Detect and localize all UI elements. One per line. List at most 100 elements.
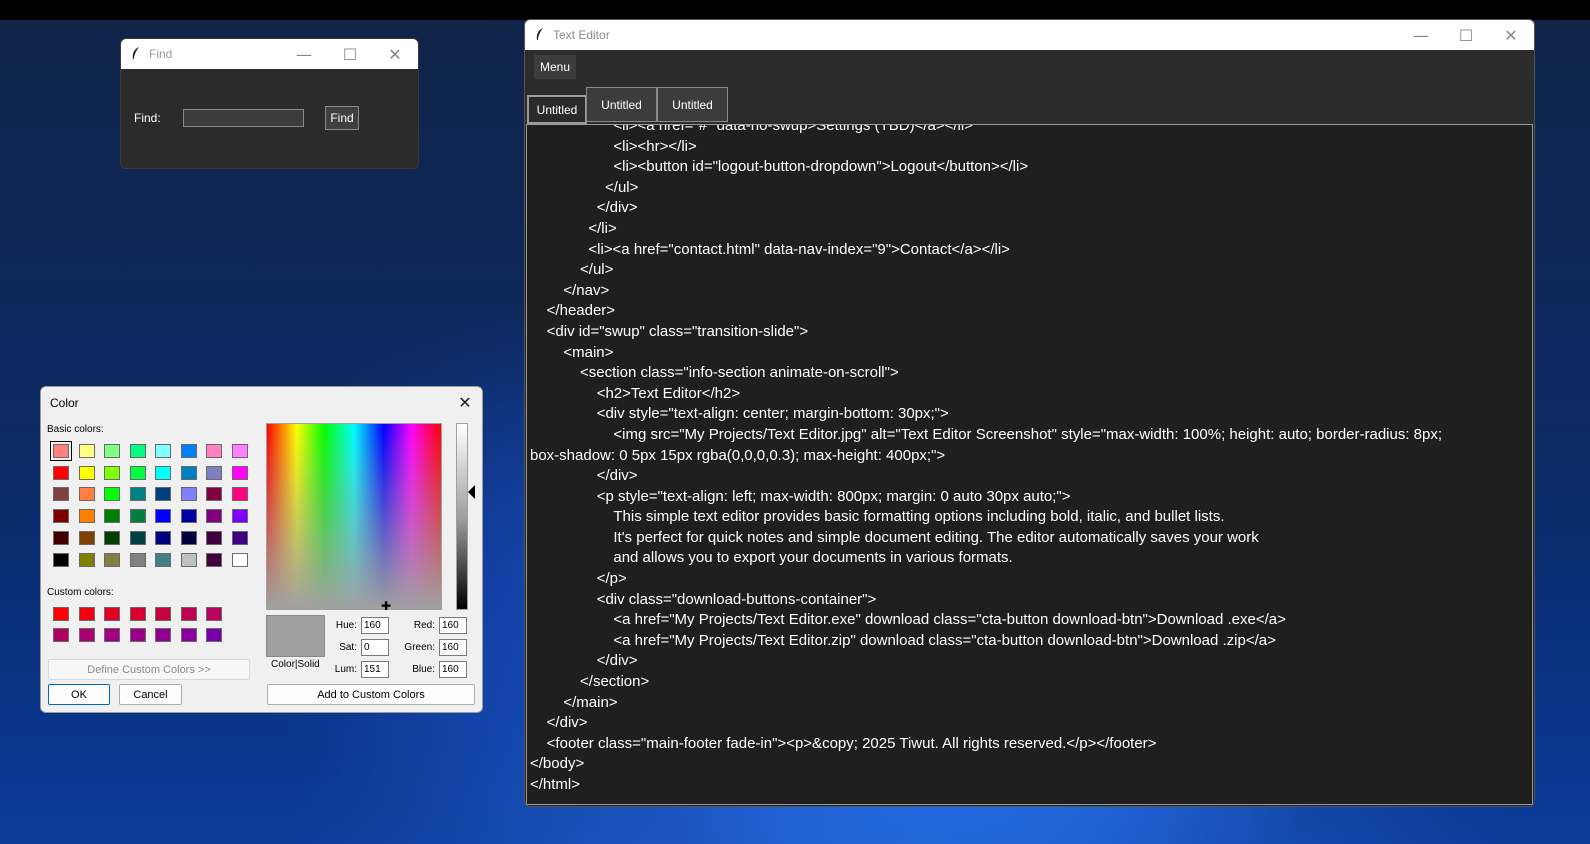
basic-color-swatch[interactable]: [180, 465, 197, 480]
basic-color-swatch[interactable]: [53, 487, 69, 502]
editor-text-area[interactable]: <li><a href="#" data-no-swup>Settings (T…: [526, 124, 1533, 805]
basic-color-swatch[interactable]: [129, 530, 146, 545]
color-dialog-titlebar[interactable]: Color ✕: [41, 387, 482, 417]
basic-color-swatch[interactable]: [104, 487, 120, 502]
blue-input[interactable]: 160: [439, 661, 467, 678]
find-input[interactable]: [183, 109, 304, 127]
basic-color-swatch[interactable]: [155, 552, 171, 567]
basic-color-swatch[interactable]: [53, 552, 69, 567]
custom-color-swatch[interactable]: [180, 628, 197, 642]
sat-input[interactable]: 0: [361, 639, 389, 656]
custom-color-swatch[interactable]: [78, 607, 95, 621]
basic-color-swatch[interactable]: [78, 465, 95, 480]
basic-color-swatch[interactable]: [53, 465, 69, 480]
ok-button[interactable]: OK: [48, 684, 110, 705]
custom-color-swatch[interactable]: [104, 628, 120, 642]
custom-color-swatch[interactable]: [180, 607, 197, 621]
custom-color-swatch[interactable]: [104, 607, 120, 621]
red-input[interactable]: 160: [439, 617, 467, 634]
basic-color-swatch[interactable]: [78, 552, 95, 567]
tab-untitled-3[interactable]: Untitled: [657, 87, 728, 122]
basic-color-swatch[interactable]: [104, 509, 120, 524]
basic-color-swatch[interactable]: [78, 444, 95, 458]
basic-color-swatch[interactable]: [104, 465, 120, 480]
basic-color-swatch[interactable]: [180, 444, 197, 458]
define-custom-colors-button[interactable]: Define Custom Colors >>: [48, 659, 250, 680]
slider-arrow-icon[interactable]: [468, 485, 475, 499]
tab-untitled-2[interactable]: Untitled: [586, 87, 657, 122]
custom-color-swatch[interactable]: [53, 628, 69, 642]
basic-color-swatch[interactable]: [129, 444, 146, 458]
basic-color-swatch[interactable]: [104, 530, 120, 545]
lum-input[interactable]: 151: [361, 661, 389, 678]
basic-color-swatch[interactable]: [155, 465, 171, 480]
add-to-custom-colors-button[interactable]: Add to Custom Colors: [267, 684, 475, 705]
basic-color-swatch[interactable]: [50, 441, 72, 461]
basic-color-swatch[interactable]: [180, 487, 197, 502]
color-dialog: Color ✕ Basic colors: Custom colors: Def…: [40, 386, 483, 713]
custom-color-swatch[interactable]: [155, 607, 171, 621]
basic-color-swatch[interactable]: [231, 444, 248, 458]
menu-button[interactable]: Menu: [534, 55, 576, 79]
minimize-icon[interactable]: —: [281, 39, 327, 69]
color-spectrum[interactable]: ✚: [266, 423, 442, 613]
basic-color-swatch[interactable]: [78, 530, 95, 545]
basic-color-swatch[interactable]: [104, 444, 120, 458]
basic-color-swatch[interactable]: [129, 509, 146, 524]
basic-color-swatch[interactable]: [129, 465, 146, 480]
basic-color-swatch[interactable]: [155, 444, 171, 458]
basic-color-swatch[interactable]: [155, 487, 171, 502]
basic-color-swatch[interactable]: [180, 552, 197, 567]
luminance-slider[interactable]: [456, 423, 468, 610]
find-window-title: Find: [149, 47, 173, 61]
feather-app-icon: [536, 28, 543, 40]
custom-color-swatch[interactable]: [206, 607, 222, 621]
basic-color-swatch[interactable]: [206, 487, 222, 502]
basic-colors-label: Basic colors:: [47, 424, 104, 435]
basic-color-swatch[interactable]: [53, 530, 69, 545]
cancel-button[interactable]: Cancel: [119, 684, 182, 705]
close-icon[interactable]: ✕: [1488, 20, 1534, 50]
basic-color-swatch[interactable]: [231, 509, 248, 524]
basic-color-swatch[interactable]: [155, 509, 171, 524]
basic-color-swatch[interactable]: [129, 487, 146, 502]
close-icon[interactable]: ✕: [372, 39, 418, 69]
basic-color-swatch[interactable]: [231, 552, 248, 567]
custom-color-swatch[interactable]: [206, 628, 222, 642]
basic-color-swatch[interactable]: [104, 552, 120, 567]
find-button[interactable]: Find: [325, 106, 359, 130]
tab-untitled-1[interactable]: Untitled: [527, 95, 587, 124]
basic-color-swatch[interactable]: [78, 487, 95, 502]
basic-color-swatch[interactable]: [53, 509, 69, 524]
tab-bar: Untitled Untitled Untitled: [525, 84, 1534, 124]
basic-color-swatch[interactable]: [231, 465, 248, 480]
basic-color-swatch[interactable]: [129, 552, 146, 567]
maximize-icon[interactable]: ☐: [327, 39, 373, 69]
basic-color-swatch[interactable]: [231, 487, 248, 502]
basic-color-swatch[interactable]: [155, 530, 171, 545]
basic-color-swatch[interactable]: [180, 530, 197, 545]
maximize-icon[interactable]: ☐: [1443, 20, 1489, 50]
editor-titlebar[interactable]: Text Editor — ☐ ✕: [525, 20, 1534, 50]
custom-color-swatch[interactable]: [129, 607, 146, 621]
hue-input[interactable]: 160: [361, 617, 389, 634]
basic-color-swatch[interactable]: [206, 530, 222, 545]
custom-color-swatch[interactable]: [129, 628, 146, 642]
minimize-icon[interactable]: —: [1398, 20, 1444, 50]
basic-color-swatch[interactable]: [78, 509, 95, 524]
basic-color-swatch[interactable]: [180, 509, 197, 524]
custom-color-swatch[interactable]: [53, 607, 69, 621]
basic-color-swatch[interactable]: [206, 444, 222, 458]
custom-color-swatch[interactable]: [78, 628, 95, 642]
basic-color-swatch[interactable]: [206, 552, 222, 567]
lum-label: Lum:: [334, 664, 357, 675]
custom-color-swatch[interactable]: [155, 628, 171, 642]
green-label: Green:: [404, 642, 435, 653]
find-titlebar[interactable]: Find — ☐ ✕: [121, 39, 418, 69]
basic-color-swatch[interactable]: [206, 509, 222, 524]
close-icon[interactable]: ✕: [454, 391, 476, 413]
green-input[interactable]: 160: [439, 639, 467, 656]
basic-color-swatch[interactable]: [206, 465, 222, 480]
red-label: Red:: [413, 620, 435, 631]
basic-color-swatch[interactable]: [231, 530, 248, 545]
